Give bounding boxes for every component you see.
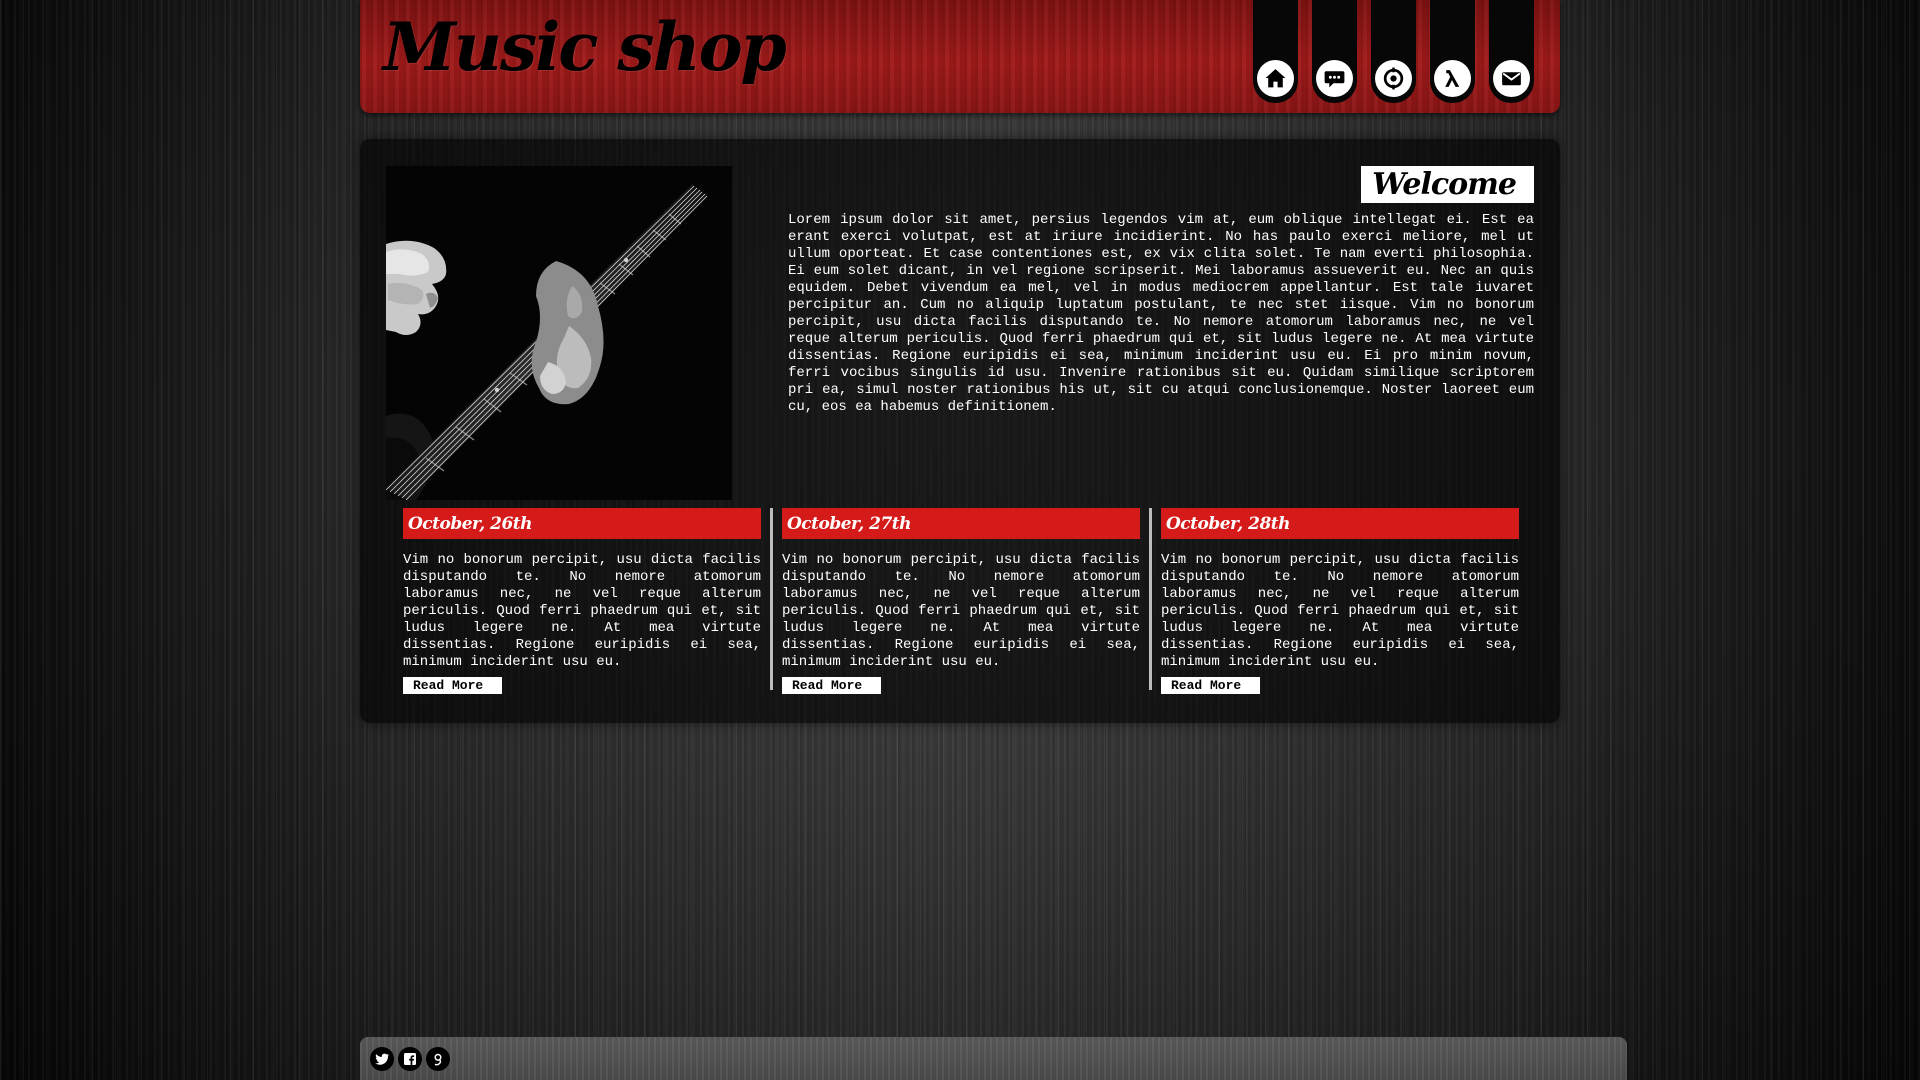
news-item: October, 28th Vim no bonorum percipit, u… bbox=[1161, 508, 1519, 694]
column-divider bbox=[770, 508, 773, 690]
chat-icon bbox=[1316, 60, 1353, 97]
welcome-heading: Welcome bbox=[1361, 166, 1534, 203]
footer bbox=[360, 1037, 1627, 1080]
home-icon bbox=[1257, 60, 1294, 97]
site-logo[interactable]: Music shop bbox=[383, 4, 787, 90]
welcome-text: Lorem ipsum dolor sit amet, persius lege… bbox=[788, 212, 1534, 415]
news-text: Vim no bonorum percipit, usu dicta facil… bbox=[403, 552, 761, 670]
twitter-icon[interactable] bbox=[370, 1047, 394, 1071]
news-item: October, 26th Vim no bonorum percipit, u… bbox=[403, 508, 761, 694]
nav-chat[interactable] bbox=[1312, 0, 1357, 103]
google-plus-icon[interactable] bbox=[426, 1047, 450, 1071]
column-divider bbox=[1149, 508, 1152, 690]
target-icon bbox=[1375, 60, 1412, 97]
read-more-button[interactable]: Read More bbox=[782, 677, 881, 694]
guitar-photo bbox=[386, 166, 732, 500]
nav-mail[interactable] bbox=[1489, 0, 1534, 103]
nav-lambda[interactable] bbox=[1430, 0, 1475, 103]
read-more-button[interactable]: Read More bbox=[1161, 677, 1260, 694]
mail-icon bbox=[1493, 60, 1530, 97]
news-date: October, 26th bbox=[403, 508, 761, 539]
facebook-icon[interactable] bbox=[398, 1047, 422, 1071]
read-more-button[interactable]: Read More bbox=[403, 677, 502, 694]
news-item: October, 27th Vim no bonorum percipit, u… bbox=[782, 508, 1140, 694]
nav-target[interactable] bbox=[1371, 0, 1416, 103]
header: Music shop bbox=[360, 0, 1560, 113]
news-date: October, 28th bbox=[1161, 508, 1519, 539]
news-date: October, 27th bbox=[782, 508, 1140, 539]
lambda-icon bbox=[1434, 60, 1471, 97]
news-text: Vim no bonorum percipit, usu dicta facil… bbox=[1161, 552, 1519, 670]
main-content: Welcome Lorem ipsum dolor sit amet, pers… bbox=[360, 139, 1560, 723]
news-text: Vim no bonorum percipit, usu dicta facil… bbox=[782, 552, 1140, 670]
nav-home[interactable] bbox=[1253, 0, 1298, 103]
main-nav bbox=[1253, 0, 1543, 103]
